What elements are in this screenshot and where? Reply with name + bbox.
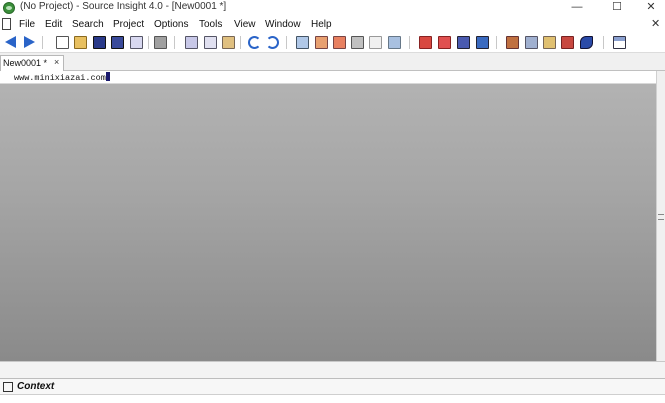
print-icon[interactable] xyxy=(154,36,167,49)
menu-project[interactable]: Project xyxy=(113,19,144,30)
line-text: www.minixiazai.com xyxy=(14,72,110,83)
browse-icon[interactable] xyxy=(296,36,309,49)
save-icon[interactable] xyxy=(93,36,106,49)
menu-help[interactable]: Help xyxy=(311,19,332,30)
toolbar-separator xyxy=(286,36,287,49)
toolbar xyxy=(0,33,665,53)
editor-area[interactable]: www.minixiazai.com xyxy=(0,71,656,361)
editor-line[interactable]: www.minixiazai.com xyxy=(0,71,656,84)
menu-file[interactable]: File xyxy=(19,19,35,30)
toolbar-separator xyxy=(603,36,604,49)
toolbar-separator xyxy=(240,36,241,49)
new-file-icon[interactable] xyxy=(56,36,69,49)
menu-options[interactable]: Options xyxy=(154,19,188,30)
tab-strip: New0001 * × xyxy=(0,53,665,71)
window-toggle-icon[interactable] xyxy=(457,36,470,49)
cut-icon[interactable] xyxy=(185,36,198,49)
forward-arrow-icon[interactable] xyxy=(24,36,35,48)
menu-edit[interactable]: Edit xyxy=(45,19,62,30)
layout-icon[interactable] xyxy=(613,36,626,49)
rename-icon[interactable] xyxy=(580,36,593,49)
copy-icon[interactable] xyxy=(204,36,217,49)
menu-bar: File Edit Search Project Options Tools V… xyxy=(0,16,665,33)
undo-icon[interactable] xyxy=(248,36,261,49)
title-bar: (No Project) - Source Insight 4.0 - [New… xyxy=(0,0,665,16)
properties-icon[interactable] xyxy=(130,36,143,49)
back-arrow-icon[interactable] xyxy=(5,36,16,48)
open-folder-icon[interactable] xyxy=(74,36,87,49)
line-content: www.minixiazai.com xyxy=(14,73,106,83)
jump-down-icon[interactable] xyxy=(333,36,346,49)
menu-view[interactable]: View xyxy=(234,19,256,30)
source-insight-app-icon[interactable] xyxy=(3,2,15,14)
context-panel-icon[interactable] xyxy=(3,382,13,392)
scroll-grip-icon[interactable] xyxy=(658,214,664,220)
tab-new0001[interactable]: New0001 * × xyxy=(0,55,64,71)
symbol-window-icon[interactable] xyxy=(369,36,382,49)
menu-search[interactable]: Search xyxy=(72,19,104,30)
toolbar-separator xyxy=(409,36,410,49)
context-panel-header: Context xyxy=(0,378,665,395)
project-icon[interactable] xyxy=(506,36,519,49)
vertical-scrollbar[interactable] xyxy=(656,71,665,361)
redo-icon[interactable] xyxy=(266,36,279,49)
tab-label: New0001 * xyxy=(3,58,48,68)
paste-icon[interactable] xyxy=(222,36,235,49)
toolbar-separator xyxy=(148,36,149,49)
sync-icon[interactable] xyxy=(561,36,574,49)
bookmark-icon[interactable] xyxy=(419,36,432,49)
save-all-icon[interactable] xyxy=(111,36,124,49)
lookup-icon[interactable] xyxy=(351,36,364,49)
bookmark-list-icon[interactable] xyxy=(438,36,451,49)
jump-up-icon[interactable] xyxy=(315,36,328,49)
book-icon[interactable] xyxy=(525,36,538,49)
context-panel-title: Context xyxy=(17,381,55,392)
document-menu-icon[interactable] xyxy=(2,18,11,30)
minimize-button[interactable]: — xyxy=(563,0,591,16)
close-window-button[interactable]: ✕ xyxy=(637,0,665,16)
menu-window[interactable]: Window xyxy=(265,19,301,30)
toolbar-separator xyxy=(496,36,497,49)
panel-splitter[interactable] xyxy=(0,361,665,379)
menu-tools[interactable]: Tools xyxy=(199,19,222,30)
relation-icon[interactable] xyxy=(388,36,401,49)
library-icon[interactable] xyxy=(543,36,556,49)
toolbar-separator xyxy=(174,36,175,49)
tab-close-icon[interactable]: × xyxy=(54,57,59,67)
document-close-icon[interactable]: ✕ xyxy=(651,17,660,30)
maximize-button[interactable]: ☐ xyxy=(603,0,631,16)
export-icon[interactable] xyxy=(476,36,489,49)
text-caret xyxy=(105,72,110,81)
window-title: (No Project) - Source Insight 4.0 - [New… xyxy=(20,1,227,12)
toolbar-separator xyxy=(42,36,43,49)
